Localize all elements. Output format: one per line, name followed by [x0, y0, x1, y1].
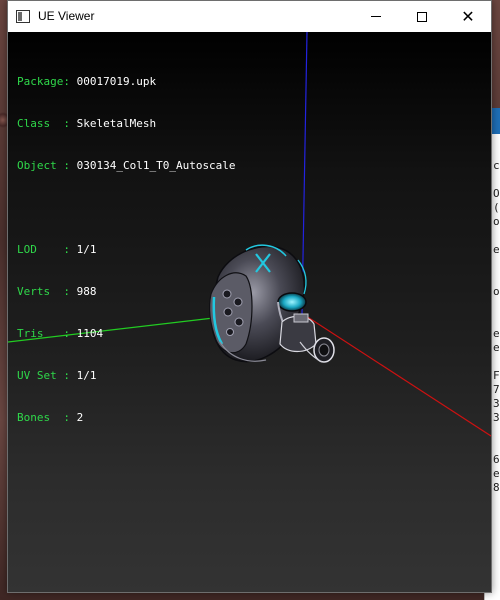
background-window-glyph: o: [493, 215, 500, 228]
maximize-icon: [417, 11, 427, 22]
background-window-glyph: e: [493, 327, 500, 340]
close-icon: ✕: [461, 6, 475, 26]
background-window-glyph: e: [493, 243, 500, 256]
info-object-value: 030134_Col1_T0_Autoscale: [76, 159, 236, 172]
info-bones-row: Bones : 2: [17, 411, 236, 425]
maximize-button[interactable]: [399, 1, 445, 32]
background-window-glyph: e: [493, 467, 500, 480]
3d-viewport[interactable]: Package: 00017019.upk Class : SkeletalMe…: [8, 32, 491, 592]
info-tris-row: Tris : 1104: [17, 327, 236, 341]
background-window-glyph: c: [493, 159, 500, 172]
titlebar[interactable]: UE Viewer ✕: [8, 1, 491, 32]
background-window-glyph: 3: [493, 397, 500, 410]
info-package-label: Package:: [17, 75, 70, 88]
ue-viewer-window: UE Viewer ✕ Package: 00017019.upk Class …: [7, 0, 492, 593]
info-spacer: [17, 201, 236, 215]
background-window-glyph: F: [493, 369, 500, 382]
info-object-label: Object :: [17, 159, 70, 172]
info-class-row: Class : SkeletalMesh: [17, 117, 236, 131]
info-bones-value: 2: [76, 411, 84, 424]
info-lod-label: LOD :: [17, 243, 70, 256]
info-tris-label: Tris :: [17, 327, 70, 340]
window-title: UE Viewer: [38, 9, 95, 23]
info-class-value: SkeletalMesh: [76, 117, 157, 130]
info-bones-label: Bones :: [17, 411, 70, 424]
info-uvset-value: 1/1: [76, 369, 97, 382]
background-window-glyph: O: [493, 187, 500, 200]
info-lod-row: LOD : 1/1: [17, 243, 236, 257]
background-window-glyph: 3: [493, 411, 500, 424]
mesh-info-overlay: Package: 00017019.upk Class : SkeletalMe…: [17, 47, 236, 453]
info-verts-value: 988: [76, 285, 97, 298]
info-tris-value: 1104: [76, 327, 104, 340]
background-window-glyph: e: [493, 341, 500, 354]
info-class-label: Class :: [17, 117, 70, 130]
info-lod-value: 1/1: [76, 243, 97, 256]
background-window-glyph: o: [493, 285, 500, 298]
minimize-button[interactable]: [353, 1, 399, 32]
background-window-glyph: 7: [493, 383, 500, 396]
info-object-row: Object : 030134_Col1_T0_Autoscale: [17, 159, 236, 173]
x-axis-line: [305, 315, 491, 437]
info-uvset-row: UV Set : 1/1: [17, 369, 236, 383]
minimize-icon: [371, 16, 381, 17]
info-verts-row: Verts : 988: [17, 285, 236, 299]
background-window-glyph: 6: [493, 453, 500, 466]
close-button[interactable]: ✕: [445, 1, 491, 32]
info-package-value: 00017019.upk: [76, 75, 157, 88]
info-package-row: Package: 00017019.upk: [17, 75, 236, 89]
background-window-glyph: 8: [493, 481, 500, 494]
app-icon[interactable]: [16, 10, 30, 23]
background-window-glyph: (: [493, 201, 500, 214]
info-uvset-label: UV Set :: [17, 369, 70, 382]
info-verts-label: Verts :: [17, 285, 70, 298]
